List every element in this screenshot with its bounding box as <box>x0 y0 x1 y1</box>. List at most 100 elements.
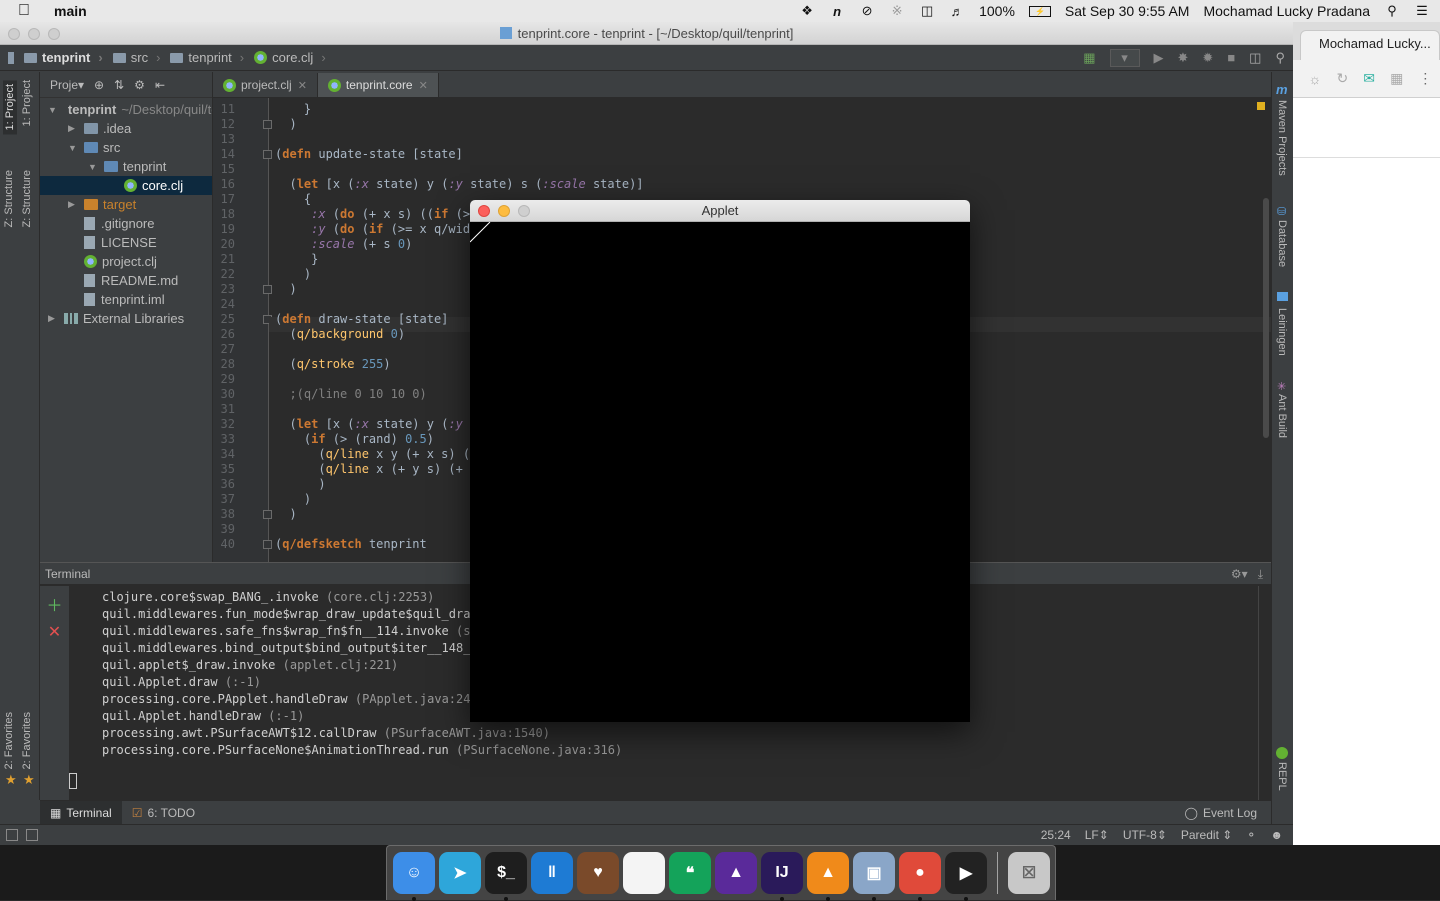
tool-project-2[interactable]: 1: Project <box>21 80 33 126</box>
dock-telegram-icon[interactable]: ➤ <box>439 852 481 894</box>
n-icon[interactable]: n <box>829 4 845 19</box>
window-titlebar[interactable]: tenprint.core - tenprint - [~/Desktop/qu… <box>0 22 1293 45</box>
dock-affinity-icon[interactable]: ▲ <box>715 852 757 894</box>
dropbox-icon[interactable]: ❖ <box>799 3 815 18</box>
code-line[interactable]: (q/stroke 255) <box>275 357 390 372</box>
applet-zoom-button[interactable] <box>518 205 530 217</box>
event-log-button[interactable]: ◯ Event Log <box>1175 801 1271 825</box>
build-icon[interactable]: ▦ <box>1083 50 1095 66</box>
tool-ant-build[interactable]: Ant Build <box>1276 394 1288 438</box>
tab-project-clj[interactable]: project.clj ✕ <box>213 73 318 97</box>
wifi-icon[interactable]: ◫ <box>919 3 935 18</box>
tab-todo[interactable]: ☑ 6: TODO <box>122 801 205 825</box>
dock-chrome-icon[interactable]: ● <box>899 852 941 901</box>
tree-item[interactable]: core.clj <box>40 176 212 195</box>
close-button[interactable] <box>8 28 20 40</box>
code-line[interactable]: ) <box>275 267 311 282</box>
code-line[interactable]: ;(q/line 0 10 10 0) <box>275 387 426 402</box>
warning-marker[interactable] <box>1257 102 1265 110</box>
tool-favorites-2[interactable]: 2: Favorites <box>21 712 33 769</box>
close-tab-icon[interactable]: ✕ <box>419 79 428 92</box>
paredit-mode[interactable]: Paredit ⇕ <box>1181 828 1232 842</box>
battery-icon[interactable]: ⚡ <box>1028 5 1051 17</box>
code-line[interactable]: { <box>275 192 311 207</box>
tool-structure-1[interactable]: Z: Structure <box>3 170 15 227</box>
menu-icon[interactable]: ⋮ <box>1418 70 1432 87</box>
apps-icon[interactable]: ▦ <box>1390 70 1403 87</box>
new-session-icon[interactable]: ＋ <box>40 592 69 616</box>
tree-item[interactable]: ▼ src <box>40 138 212 157</box>
fold-marker-icon[interactable] <box>263 120 272 129</box>
tab-tenprint-core[interactable]: tenprint.core ✕ <box>317 73 439 97</box>
user-name[interactable]: Mochamad Lucky Pradana <box>1203 3 1370 19</box>
code-line[interactable]: ) <box>275 477 325 492</box>
stop-icon[interactable]: ■ <box>1227 50 1235 65</box>
run-config-dropdown[interactable]: ▾ <box>1109 48 1140 67</box>
breadcrumb-package[interactable]: tenprint › <box>170 50 244 65</box>
code-line[interactable]: (let [x (:x state) y (:y state) s (:scal… <box>275 177 643 192</box>
coverage-icon[interactable]: ✹ <box>1202 50 1213 66</box>
caret-position[interactable]: 25:24 <box>1041 828 1071 842</box>
gear-icon[interactable]: ⚙▾ <box>1231 567 1248 581</box>
layout-icon[interactable] <box>6 829 18 841</box>
hide-icon[interactable]: ⇤ <box>155 78 165 92</box>
dock-quicktime-icon[interactable]: ▶ <box>945 852 987 901</box>
circle-icon[interactable]: ⊘ <box>859 3 875 18</box>
inspector-icon[interactable]: ☻ <box>1270 828 1283 842</box>
mail-icon[interactable]: ✉ <box>1363 70 1375 87</box>
tool-favorites-1[interactable]: 2: Favorites <box>3 712 15 769</box>
tree-item[interactable]: ▶ External Libraries <box>40 309 212 328</box>
locate-icon[interactable]: ⊕ <box>94 78 104 92</box>
search-icon[interactable]: ⚲ <box>1275 50 1285 66</box>
code-line[interactable]: (if (> (rand) 0.5) <box>275 432 434 447</box>
applet-minimize-button[interactable] <box>498 205 510 217</box>
tree-item[interactable]: .gitignore <box>40 214 212 233</box>
fold-marker-icon[interactable] <box>263 285 272 294</box>
tab-terminal[interactable]: ▦ Terminal <box>40 800 122 825</box>
file-encoding[interactable]: UTF-8⇕ <box>1123 828 1167 842</box>
dock-preview-icon[interactable]: ▣ <box>853 852 895 901</box>
breadcrumb-src[interactable]: src › <box>112 50 160 65</box>
volume-icon[interactable]: ♬ <box>949 4 965 19</box>
code-line[interactable]: ) <box>275 507 296 522</box>
tree-item[interactable]: README.md <box>40 271 212 290</box>
tool-structure-2[interactable]: Z: Structure <box>21 170 33 227</box>
sidebar-toggle-icon[interactable] <box>8 51 14 64</box>
spotlight-icon[interactable]: ⚲ <box>1384 3 1400 18</box>
expand-arrow-icon[interactable]: ▶ <box>48 313 58 324</box>
dock-finder-icon[interactable]: ☺ <box>393 852 435 901</box>
extension-icon[interactable]: ☼ <box>1309 71 1322 87</box>
collapse-arrow-icon[interactable]: ▼ <box>68 143 78 153</box>
code-line[interactable]: ) <box>275 282 296 297</box>
run-icon[interactable]: ▶ <box>1154 50 1164 66</box>
tool-project-1[interactable]: 1: Project <box>3 80 17 135</box>
breadcrumb-file[interactable]: core.clj › <box>254 50 326 65</box>
gear-icon[interactable]: ⚙ <box>134 78 145 92</box>
editor-scrollbar[interactable] <box>1263 198 1269 438</box>
app-name[interactable]: main <box>54 3 87 19</box>
expand-arrow-icon[interactable]: ▶ <box>68 199 78 210</box>
code-line[interactable]: } <box>275 102 311 117</box>
breadcrumb-project[interactable]: tenprint › <box>24 50 103 65</box>
debug-icon[interactable]: ✸ <box>1178 50 1189 66</box>
code-line[interactable]: (q/defsketch tenprint <box>275 537 427 552</box>
tree-item[interactable]: ▶ .idea <box>40 119 212 138</box>
dock-terminal-icon[interactable]: $_ <box>485 852 527 901</box>
refresh-icon[interactable]: ↻ <box>1336 70 1348 87</box>
fold-marker-icon[interactable] <box>263 540 272 549</box>
tree-item[interactable]: project.clj <box>40 252 212 271</box>
tree-item[interactable]: tenprint.iml <box>40 290 212 309</box>
dock-document-icon[interactable] <box>623 852 665 894</box>
dock-vlc-icon[interactable]: ▲ <box>807 852 849 901</box>
tree-item[interactable]: ▼ tenprint ~/Desktop/quil/tenprint <box>40 100 212 119</box>
code-line[interactable]: ) <box>275 117 296 132</box>
collapse-arrow-icon[interactable]: ▼ <box>88 162 98 172</box>
tree-item[interactable]: ▶ target <box>40 195 212 214</box>
hide-panel-icon[interactable]: ⤓ <box>1258 567 1263 581</box>
layout-icon[interactable] <box>26 829 38 841</box>
fold-marker-icon[interactable] <box>263 150 272 159</box>
tool-leiningen[interactable]: Leiningen <box>1276 308 1288 356</box>
code-line[interactable]: (q/background 0) <box>275 327 405 342</box>
dock-trash-icon[interactable]: ☒ <box>1008 852 1050 894</box>
code-line[interactable]: } <box>275 252 318 267</box>
